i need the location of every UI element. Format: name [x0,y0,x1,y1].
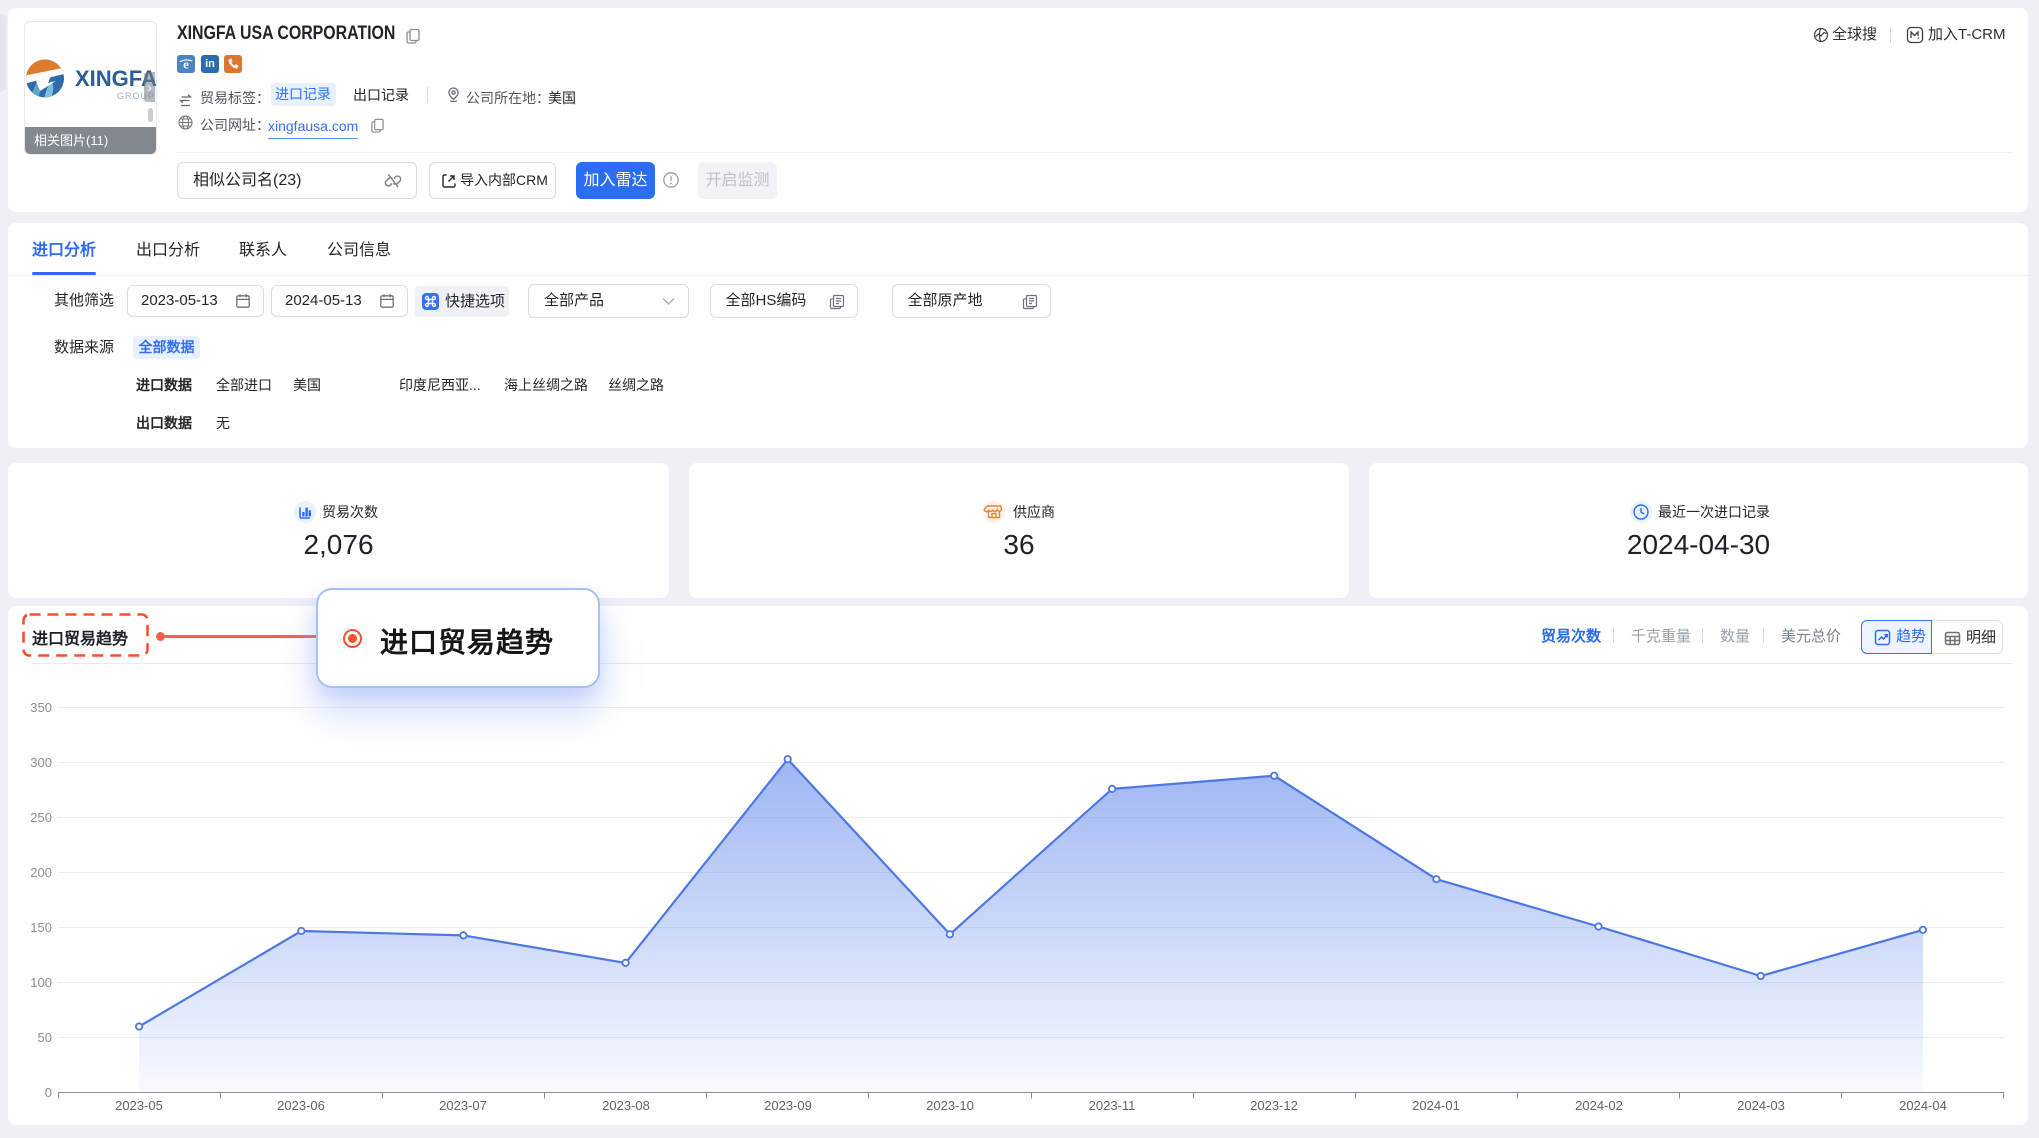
svg-text:2023-07: 2023-07 [439,1098,487,1113]
svg-text:2023-10: 2023-10 [926,1098,974,1113]
svg-text:2024-04: 2024-04 [1899,1098,1947,1113]
svg-text:150: 150 [30,920,52,935]
svg-text:e: e [183,57,189,72]
svg-text:2023-06: 2023-06 [277,1098,325,1113]
svg-text:350: 350 [30,700,52,715]
svg-text:2023-12: 2023-12 [1250,1098,1298,1113]
svg-text:300: 300 [30,755,52,770]
svg-text:250: 250 [30,810,52,825]
svg-text:100: 100 [30,975,52,990]
svg-text:2023-08: 2023-08 [602,1098,650,1113]
svg-text:2023-05: 2023-05 [115,1098,163,1113]
svg-text:50: 50 [38,1030,52,1045]
svg-text:2024-02: 2024-02 [1575,1098,1623,1113]
svg-text:0: 0 [45,1085,52,1100]
svg-text:200: 200 [30,865,52,880]
svg-text:2024-03: 2024-03 [1737,1098,1785,1113]
svg-text:2023-11: 2023-11 [1089,1098,1136,1113]
svg-text:2023-09: 2023-09 [764,1098,812,1113]
svg-text:2024-01: 2024-01 [1412,1098,1460,1113]
